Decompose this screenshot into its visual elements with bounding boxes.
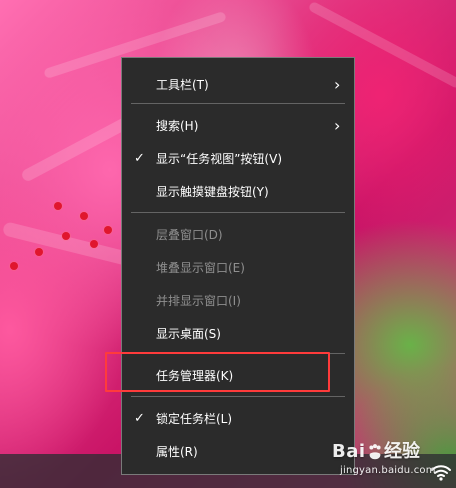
checkmark-icon: ✓: [134, 151, 145, 166]
menu-item-search[interactable]: 搜索(H) ›: [122, 110, 354, 142]
baidu-jingyan-watermark: Bai 经验 jingyan.baidu.com: [332, 441, 454, 485]
menu-item-show-desktop[interactable]: 显示桌面(S): [122, 318, 354, 350]
wallpaper-stamen: [62, 232, 70, 240]
menu-item-side-by-side-windows: 并排显示窗口(I): [122, 285, 354, 317]
watermark-brand-latin: Bai: [332, 441, 366, 462]
watermark-url: jingyan.baidu.com: [340, 465, 436, 476]
menu-item-stack-windows: 堆叠显示窗口(E): [122, 252, 354, 284]
menu-item-show-task-view-button[interactable]: ✓ 显示“任务视图”按钮(V): [122, 143, 354, 175]
chevron-right-icon: ›: [334, 75, 341, 94]
menu-item-cascade-windows: 层叠窗口(D): [122, 219, 354, 251]
annotation-highlight-box: [105, 352, 330, 392]
menu-item-show-touch-keyboard-button[interactable]: 显示触摸键盘按钮(Y): [122, 176, 354, 208]
wallpaper-stamen: [35, 248, 43, 256]
menu-separator: [131, 396, 345, 397]
menu-item-label: 属性(R): [156, 445, 198, 459]
menu-item-label: 层叠窗口(D): [156, 228, 223, 242]
checkmark-icon: ✓: [134, 411, 145, 426]
menu-item-label: 工具栏(T): [156, 78, 209, 92]
menu-item-label: 显示触摸键盘按钮(Y): [156, 185, 269, 199]
menu-item-label: 搜索(H): [156, 119, 199, 133]
paw-icon: [369, 444, 381, 460]
menu-item-label: 显示“任务视图”按钮(V): [156, 152, 283, 166]
menu-item-properties[interactable]: 属性(R): [122, 436, 354, 468]
desktop-screen: 工具栏(T) › 搜索(H) › ✓ 显示“任务视图”按钮(V) 显示触摸键盘按…: [0, 0, 456, 488]
menu-item-toolbars[interactable]: 工具栏(T) ›: [122, 69, 354, 101]
wallpaper-stamen: [10, 262, 18, 270]
menu-item-lock-taskbar[interactable]: ✓ 锁定任务栏(L): [122, 403, 354, 435]
menu-item-label: 并排显示窗口(I): [156, 294, 241, 308]
chevron-right-icon: ›: [334, 116, 341, 135]
menu-item-label: 堆叠显示窗口(E): [156, 261, 245, 275]
wallpaper-stamen: [90, 240, 98, 248]
wallpaper-stamen: [54, 202, 62, 210]
wallpaper-stamen: [80, 212, 88, 220]
menu-separator: [131, 103, 345, 104]
watermark-brand-cn: 经验: [384, 441, 420, 462]
menu-separator: [131, 212, 345, 213]
menu-item-label: 锁定任务栏(L): [156, 412, 233, 426]
taskbar-context-menu: 工具栏(T) › 搜索(H) › ✓ 显示“任务视图”按钮(V) 显示触摸键盘按…: [121, 57, 355, 475]
wallpaper-stamen: [104, 226, 112, 234]
menu-item-label: 显示桌面(S): [156, 327, 221, 341]
